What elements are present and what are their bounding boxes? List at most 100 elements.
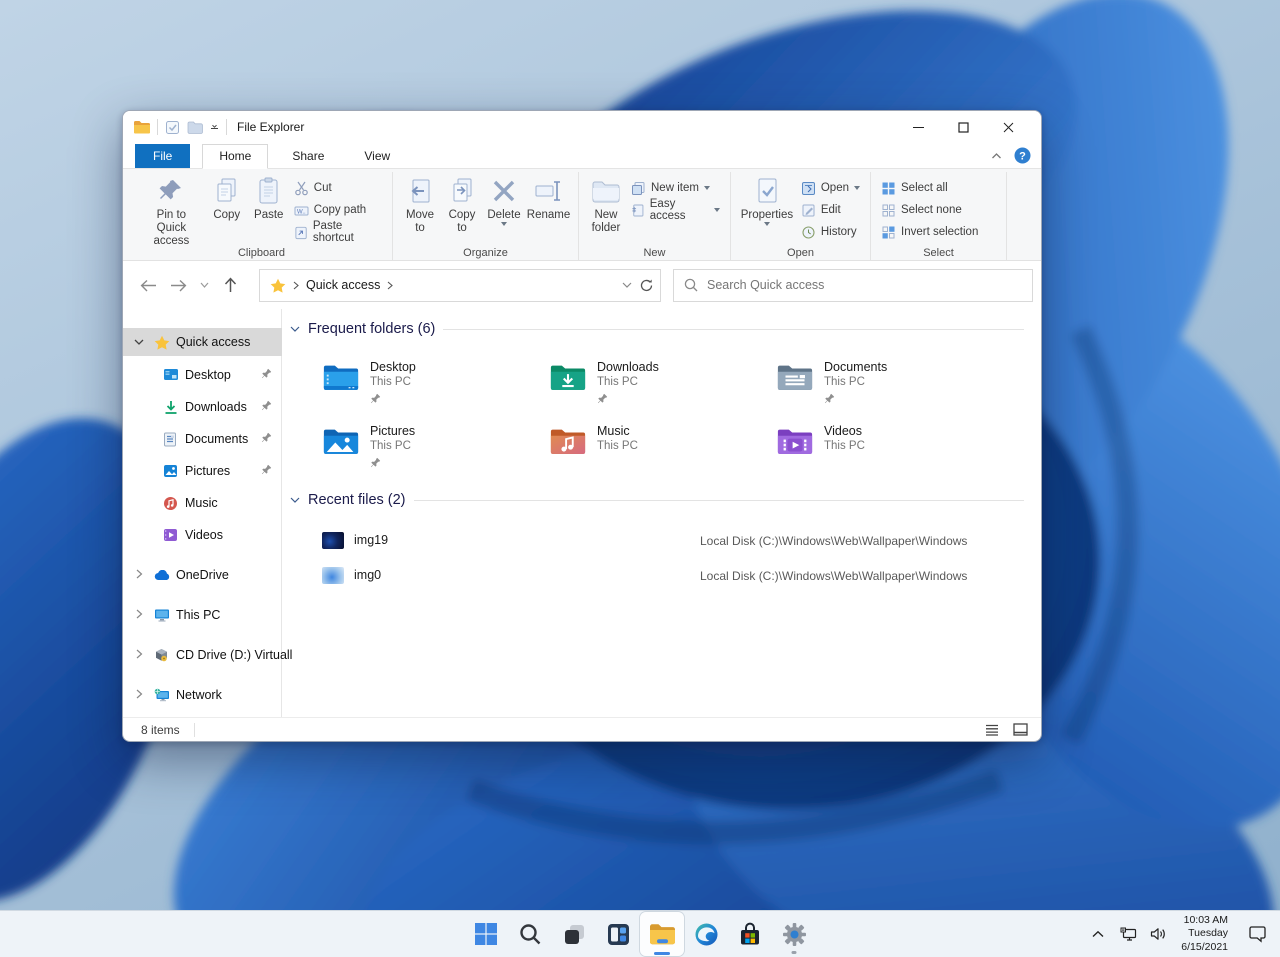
store-icon <box>741 922 759 944</box>
task-view-button[interactable] <box>552 912 596 956</box>
paste-button[interactable]: Paste <box>248 174 290 225</box>
network-icon <box>154 688 170 702</box>
edge-button[interactable] <box>684 912 728 956</box>
sidebar-item-quick-access[interactable]: Quick access <box>123 328 282 356</box>
folder-tile-desktop[interactable]: Desktop This PC <box>322 360 537 412</box>
copy-button[interactable]: Copy <box>206 174 248 225</box>
sidebar-item-videos[interactable]: Videos <box>123 521 282 549</box>
close-button[interactable] <box>986 112 1031 142</box>
pin-icon <box>261 464 272 478</box>
taskbar-clock[interactable]: 10:03 AM Tuesday 6/15/2021 <box>1181 914 1228 955</box>
volume-tray-icon[interactable] <box>1145 919 1171 949</box>
folder-tile-music[interactable]: Music This PC <box>549 424 764 476</box>
taskbar-search-button[interactable] <box>508 912 552 956</box>
settings-button[interactable] <box>772 912 816 956</box>
sidebar-item-this-pc[interactable]: This PC <box>123 601 282 629</box>
breadcrumb-chevron-icon[interactable] <box>293 281 299 290</box>
network-tray-icon[interactable] <box>1115 919 1141 949</box>
history-button[interactable]: History <box>797 222 864 242</box>
start-button[interactable] <box>464 912 508 956</box>
sidebar-item-documents[interactable]: Documents <box>123 425 282 453</box>
widgets-button[interactable] <box>596 912 640 956</box>
tab-view[interactable]: View <box>348 145 406 168</box>
tray-chevron-up-icon[interactable] <box>1085 919 1111 949</box>
back-button[interactable] <box>133 270 163 300</box>
this-pc-icon <box>154 608 170 622</box>
select-none-button[interactable]: Select none <box>877 200 982 220</box>
taskbar: 10:03 AM Tuesday 6/15/2021 <box>0 910 1280 957</box>
breadcrumb-chevron-icon[interactable] <box>387 281 394 290</box>
folder-tile-downloads[interactable]: Downloads This PC <box>549 360 764 412</box>
sidebar-item-desktop[interactable]: Desktop <box>123 361 282 389</box>
status-bar: 8 items <box>123 717 1041 741</box>
rename-button[interactable]: Rename <box>525 174 572 225</box>
clock-date: 6/15/2021 <box>1181 940 1228 953</box>
qat-dropdown-icon[interactable] <box>210 123 219 132</box>
edit-button[interactable]: Edit <box>797 200 864 220</box>
pin-to-quick-access-button[interactable]: Pin to Quick access <box>137 174 206 251</box>
new-folder-qat-icon[interactable] <box>187 121 203 134</box>
properties-check-icon[interactable] <box>165 120 180 135</box>
refresh-icon[interactable] <box>639 278 654 293</box>
recent-files-header[interactable]: Recent files (2) <box>290 492 1030 508</box>
folder-tile-documents[interactable]: Documents This PC <box>776 360 991 412</box>
forward-button[interactable] <box>163 270 193 300</box>
search-input[interactable] <box>707 278 1022 292</box>
frequent-folders-header[interactable]: Frequent folders (6) <box>290 321 1030 337</box>
large-icons-view-button[interactable] <box>1009 720 1031 740</box>
delete-button[interactable]: Delete <box>483 174 525 229</box>
collapse-section-icon[interactable] <box>290 326 300 333</box>
open-button[interactable]: Open <box>797 178 864 198</box>
pictures-icon <box>163 464 178 478</box>
chevron-right-icon[interactable] <box>133 568 145 582</box>
chevron-right-icon[interactable] <box>133 608 145 622</box>
taskbar-file-explorer-button[interactable] <box>640 912 684 956</box>
details-view-button[interactable] <box>981 720 1003 740</box>
sidebar-item-cd-drive[interactable]: CD Drive (D:) Virtuall <box>123 641 292 669</box>
select-all-button[interactable]: Select all <box>877 178 982 198</box>
new-item-button[interactable]: New item <box>627 178 724 198</box>
invert-selection-button[interactable]: Invert selection <box>877 222 982 242</box>
recent-file-row[interactable]: img0 Local Disk (C:)\Windows\Web\Wallpap… <box>282 566 1022 588</box>
new-folder-button[interactable]: New folder <box>585 174 627 238</box>
collapse-section-icon[interactable] <box>290 497 300 504</box>
search-box[interactable] <box>673 268 1033 302</box>
pictures-folder-icon <box>323 429 359 454</box>
move-to-button[interactable]: Move to <box>399 174 441 238</box>
up-button[interactable] <box>215 270 245 300</box>
svg-text:?: ? <box>1019 150 1026 162</box>
folder-tile-videos[interactable]: Videos This PC <box>776 424 991 476</box>
group-label: Open <box>787 247 814 259</box>
cut-button[interactable]: Cut <box>290 178 386 198</box>
sidebar-item-onedrive[interactable]: OneDrive <box>123 561 282 589</box>
chevron-down-icon[interactable] <box>133 335 145 349</box>
breadcrumb-quick-access[interactable]: Quick access <box>306 278 380 292</box>
chevron-right-icon[interactable] <box>133 688 145 702</box>
sidebar-item-downloads[interactable]: Downloads <box>123 393 282 421</box>
copy-to-button[interactable]: Copy to <box>441 174 483 238</box>
chevron-right-icon[interactable] <box>133 648 145 662</box>
notifications-chat-icon[interactable] <box>1240 919 1274 949</box>
help-icon[interactable]: ? <box>1014 147 1031 164</box>
group-label: Clipboard <box>237 247 286 259</box>
minimize-button[interactable] <box>896 112 941 142</box>
tab-share[interactable]: Share <box>276 145 340 168</box>
recent-file-row[interactable]: img19 Local Disk (C:)\Windows\Web\Wallpa… <box>282 531 1022 553</box>
tab-file[interactable]: File <box>135 144 191 168</box>
collapse-ribbon-icon[interactable] <box>991 152 1002 160</box>
tab-home[interactable]: Home <box>202 144 269 169</box>
sidebar-item-pictures[interactable]: Pictures <box>123 457 282 485</box>
store-button[interactable] <box>728 912 772 956</box>
folder-tile-pictures[interactable]: Pictures This PC <box>322 424 537 476</box>
recent-locations-icon[interactable] <box>193 270 215 300</box>
address-bar[interactable]: Quick access <box>259 268 661 302</box>
address-dropdown-icon[interactable] <box>622 282 632 288</box>
sidebar-item-network[interactable]: Network <box>123 681 282 709</box>
paste-shortcut-button[interactable]: Paste shortcut <box>290 220 386 244</box>
easy-access-button[interactable]: Easy access <box>627 198 724 222</box>
sidebar-item-music[interactable]: Music <box>123 489 282 517</box>
music-icon <box>163 496 178 511</box>
maximize-button[interactable] <box>941 112 986 142</box>
properties-button[interactable]: Properties <box>737 174 797 229</box>
copy-path-button[interactable]: W.. Copy path <box>290 200 386 220</box>
